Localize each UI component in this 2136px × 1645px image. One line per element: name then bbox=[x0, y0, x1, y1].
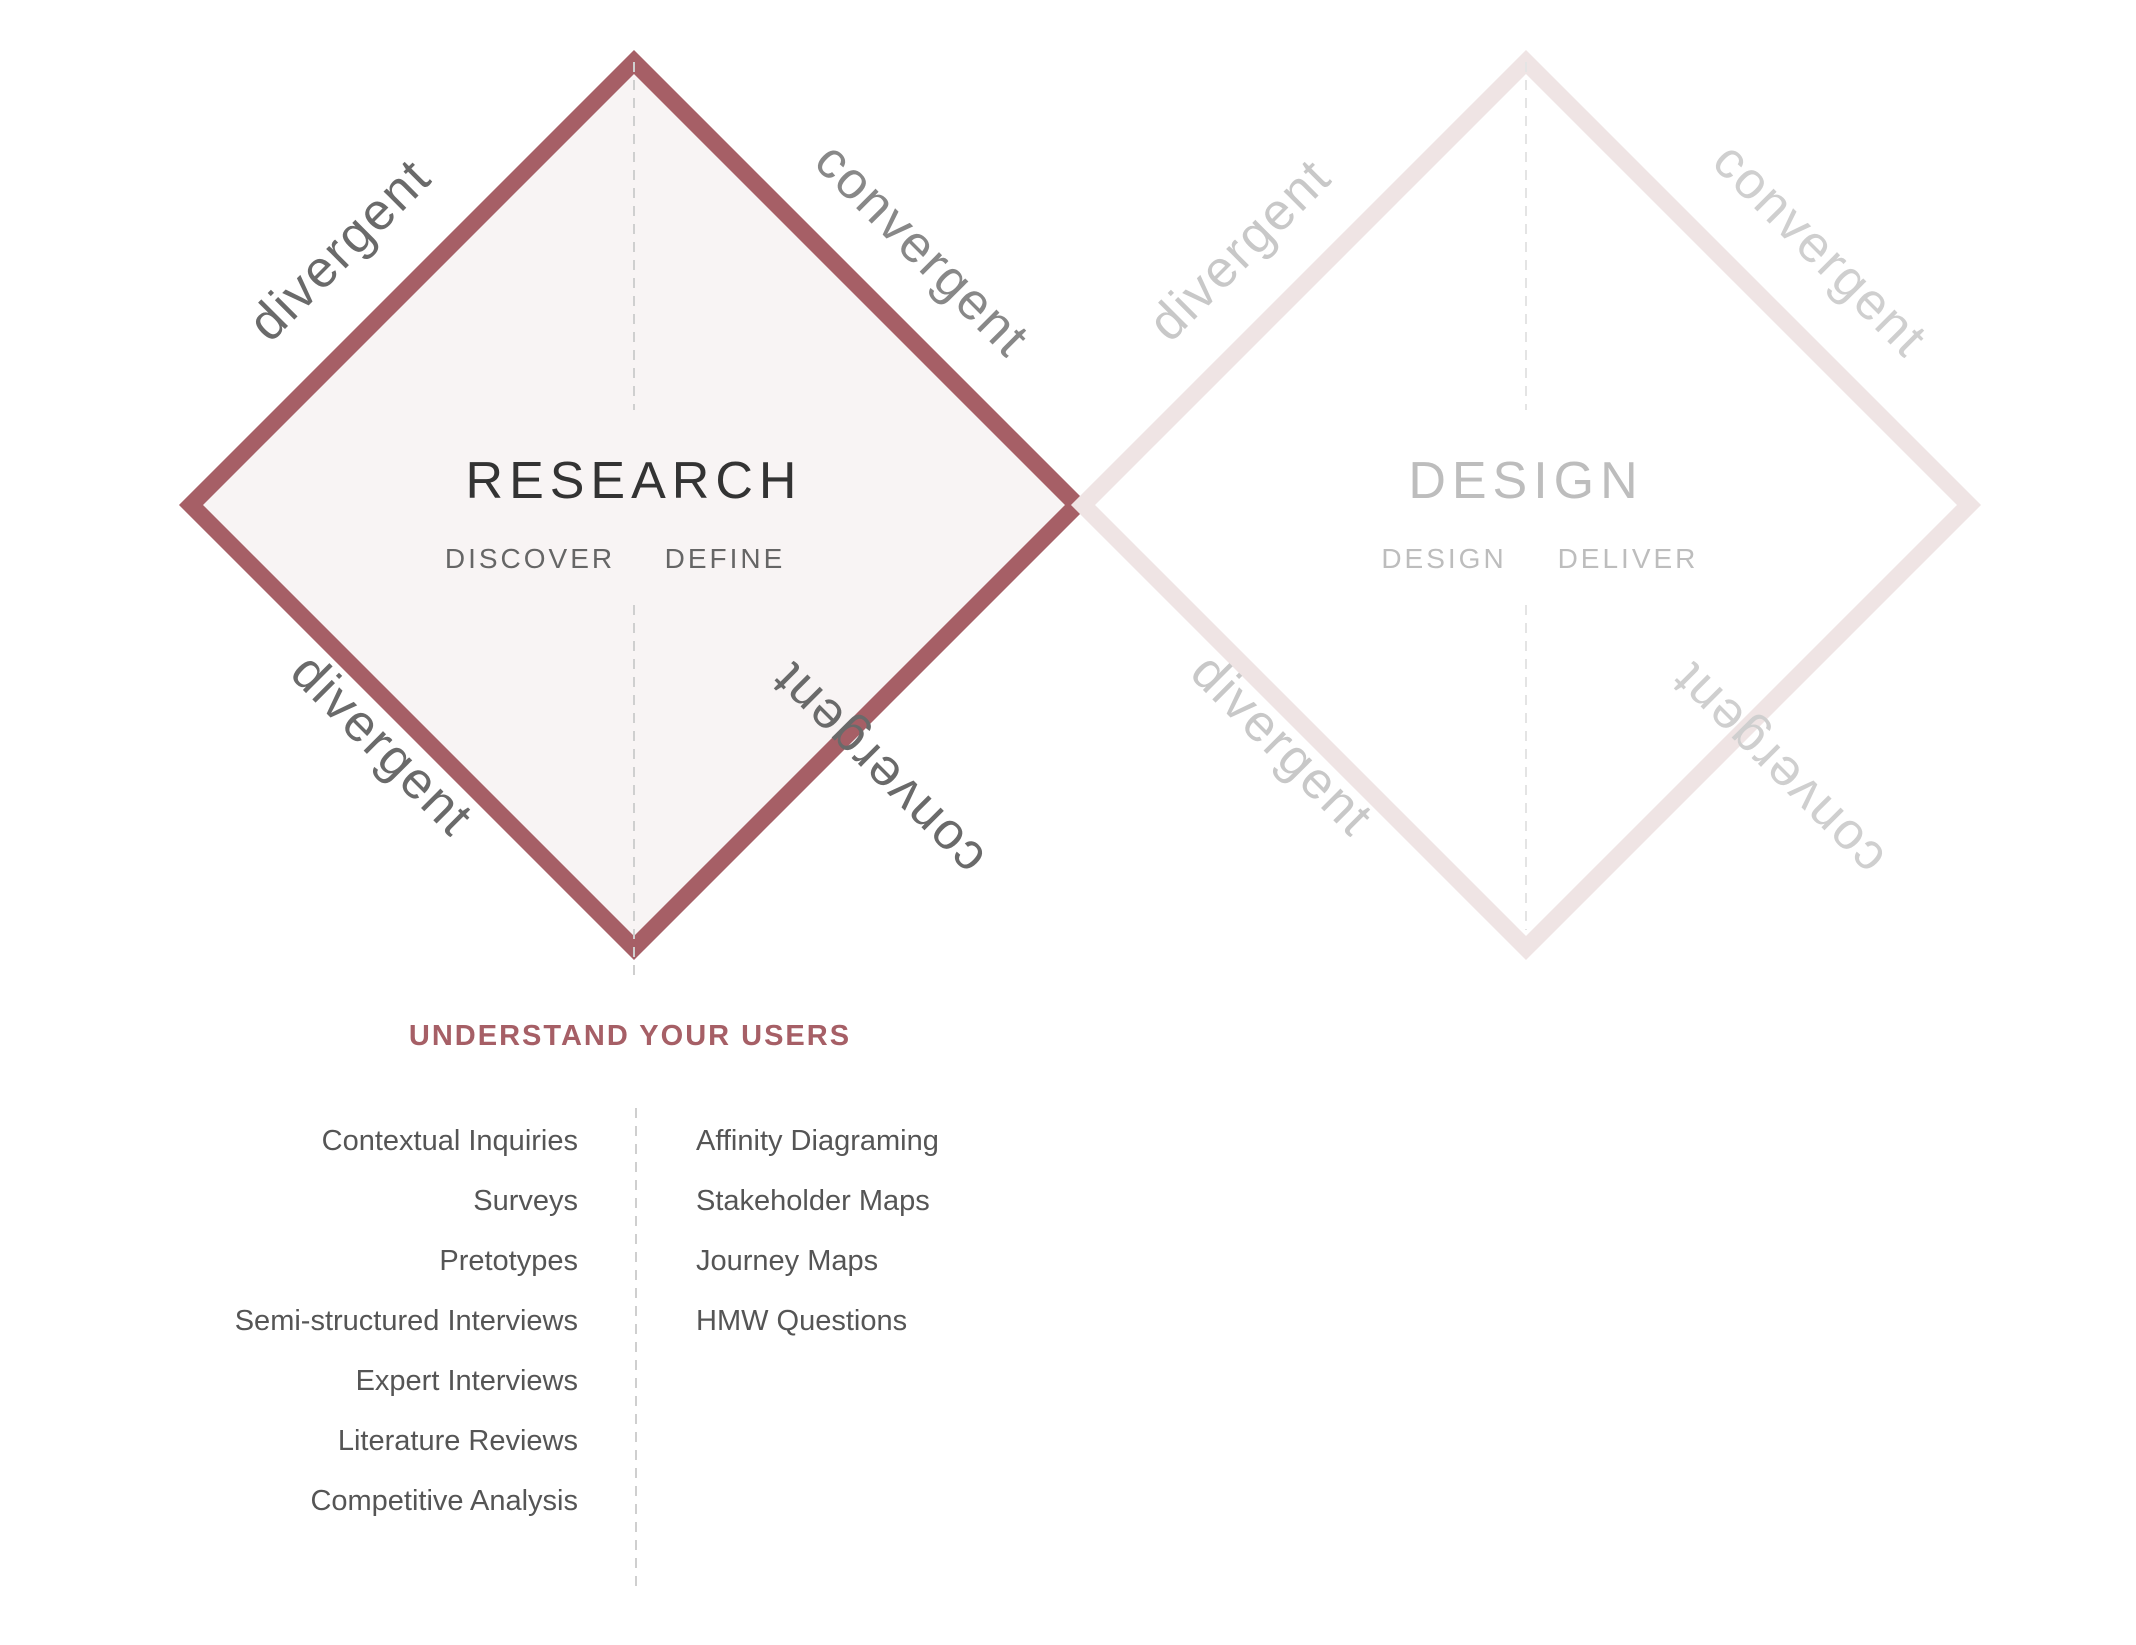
double-diamond-diagram: RESEARCH DISCOVER DEFINE divergent conve… bbox=[178, 49, 1982, 1588]
section-heading: UNDERSTAND YOUR USERS bbox=[409, 1020, 851, 1052]
design-phase-label: DESIGN bbox=[1381, 543, 1506, 574]
discover-method-item: Contextual Inquiries bbox=[322, 1125, 578, 1157]
discover-method-item: Surveys bbox=[473, 1185, 578, 1217]
design-title: DESIGN bbox=[1408, 452, 1643, 510]
discover-method-item: Literature Reviews bbox=[338, 1425, 578, 1457]
design-edge-bottom-left-label: divergent bbox=[1180, 642, 1385, 847]
discover-method-item: Semi-structured Interviews bbox=[235, 1305, 578, 1337]
define-methods-list: Affinity Diagraming Stakeholder Maps Journ… bbox=[696, 1125, 939, 1337]
design-edge-top-right-label: convergent bbox=[1701, 131, 1938, 368]
define-method-item: Affinity Diagraming bbox=[696, 1125, 939, 1157]
deliver-phase-label: DELIVER bbox=[1558, 543, 1699, 574]
design-edge-top-left-label: divergent bbox=[1137, 147, 1342, 352]
define-phase-label: DEFINE bbox=[665, 543, 786, 574]
methods-section: UNDERSTAND YOUR USERS Contextual Inquiri… bbox=[235, 1020, 939, 1588]
discover-phase-label: DISCOVER bbox=[445, 543, 615, 574]
research-title: RESEARCH bbox=[466, 452, 803, 510]
define-method-item: Stakeholder Maps bbox=[696, 1185, 930, 1217]
design-diamond: DESIGN DESIGN DELIVER divergent converge… bbox=[1070, 49, 1982, 961]
discover-method-item: Expert Interviews bbox=[356, 1365, 578, 1397]
discover-method-item: Competitive Analysis bbox=[310, 1485, 578, 1517]
research-diamond: RESEARCH DISCOVER DEFINE divergent conve… bbox=[178, 49, 1090, 980]
define-method-item: HMW Questions bbox=[696, 1305, 907, 1337]
discover-method-item: Pretotypes bbox=[439, 1245, 578, 1277]
define-method-item: Journey Maps bbox=[696, 1245, 878, 1277]
discover-methods-list: Contextual Inquiries Surveys Pretotypes Sem… bbox=[235, 1125, 578, 1517]
